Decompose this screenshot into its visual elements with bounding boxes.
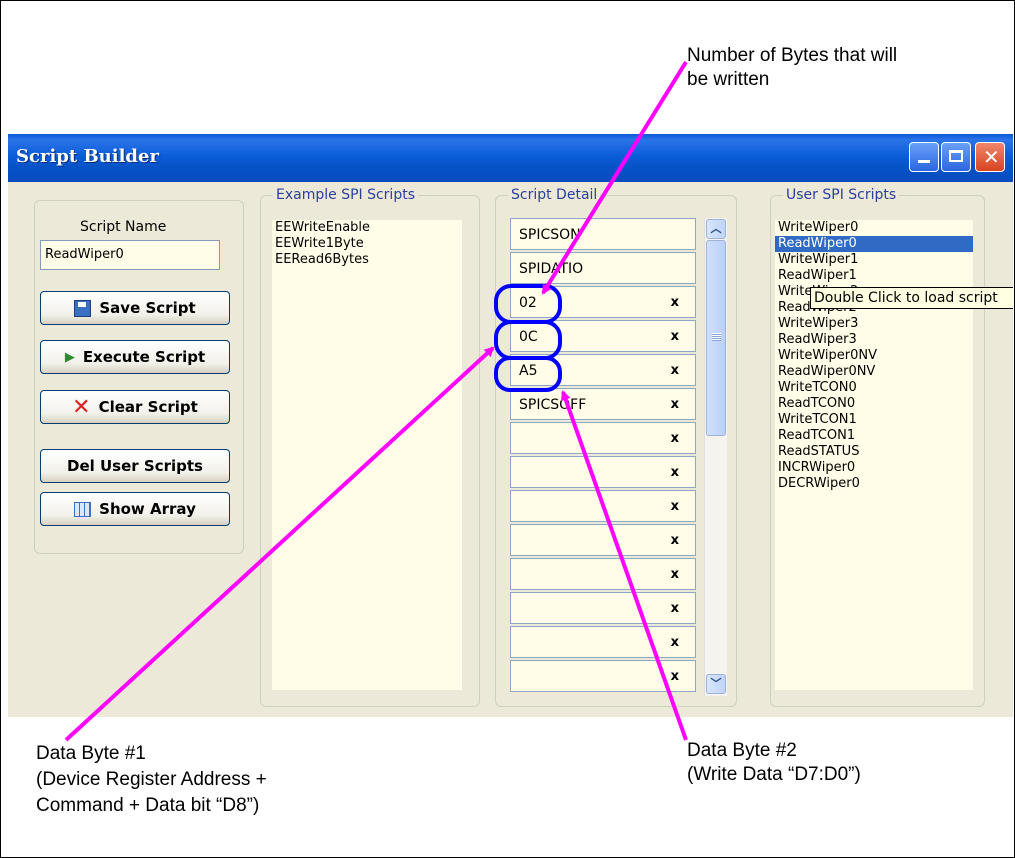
del-user-scripts-button[interactable]: Del User Scripts [40,449,230,483]
user-script-item[interactable]: ReadWiper0NV [775,364,973,380]
script-detail-row[interactable]: x [510,490,696,522]
delete-row-icon[interactable]: x [671,465,679,480]
user-script-item[interactable]: ReadWiper0 [775,236,973,252]
close-icon: ✕ [983,145,1000,169]
example-script-item[interactable]: EEWrite1Byte [272,236,462,252]
delete-row-icon[interactable]: x [671,295,679,310]
user-script-item[interactable]: WriteTCON0 [775,380,973,396]
maximize-button[interactable] [941,142,971,172]
script-detail-row[interactable]: x [510,558,696,590]
user-script-item[interactable]: ReadTCON1 [775,428,973,444]
script-detail-row[interactable]: SPICSON [510,218,696,250]
del-user-scripts-label: Del User Scripts [67,457,203,475]
script-name-input[interactable]: ReadWiper0 [40,240,220,270]
script-detail-row[interactable]: x [510,456,696,488]
user-script-item[interactable]: ReadWiper3 [775,332,973,348]
clear-script-button[interactable]: ✕ Clear Script [40,390,230,424]
delete-row-icon[interactable]: x [671,533,679,548]
delete-row-icon[interactable]: x [671,669,679,684]
show-array-label: Show Array [99,500,196,518]
delete-row-icon[interactable]: x [671,431,679,446]
delete-row-icon[interactable]: x [671,601,679,616]
user-script-item[interactable]: WriteWiper0 [775,220,973,236]
window-client-area: Script Name ReadWiper0 Save Script ▶ Exe… [8,182,1013,717]
annotation-data-byte-1: Data Byte #1 (Device Register Address + … [36,743,267,816]
script-detail-grid[interactable]: SPICSON SPIDATIO 02 x 0C x A5 x SPICSOFF x x x x x x x x… [510,218,700,717]
execute-script-button[interactable]: ▶ Execute Script [40,340,230,374]
script-detail-value: 02 [519,295,537,311]
script-detail-value: 0C [519,329,538,345]
script-detail-value: SPIDATIO [519,261,584,277]
delete-row-icon[interactable]: x [671,635,679,650]
show-array-button[interactable]: Show Array [40,492,230,526]
example-scripts-title: Example SPI Scripts [273,187,418,203]
delete-row-icon[interactable]: x [671,567,679,582]
title-bar[interactable]: Script Builder ✕ [8,134,1013,182]
execute-script-label: Execute Script [82,348,206,366]
window-title: Script Builder [16,146,159,167]
user-script-item[interactable]: INCRWiper0 [775,460,973,476]
example-script-item[interactable]: EERead6Bytes [272,252,462,268]
delete-row-icon[interactable]: x [671,397,679,412]
example-script-item[interactable]: EEWriteEnable [272,220,462,236]
script-detail-row[interactable]: SPICSOFF x [510,388,696,420]
script-detail-row[interactable]: SPIDATIO [510,252,696,284]
chevron-up-icon: ︿ [710,223,722,235]
user-script-item[interactable]: WriteWiper1 [775,252,973,268]
script-detail-row[interactable]: 0C x [510,320,696,352]
annotation-bytes-written: Number of Bytes that will be written [687,45,898,90]
script-detail-row[interactable]: x [510,626,696,658]
maximize-icon [949,150,963,162]
scroll-down-button[interactable]: ﹀ [706,674,726,694]
minimize-button[interactable] [909,142,939,172]
user-script-item[interactable]: WriteWiper3 [775,316,973,332]
thumb-grip-icon [712,333,721,341]
script-detail-value: A5 [519,363,538,379]
delete-row-icon[interactable]: x [671,363,679,378]
save-script-label: Save Script [99,299,196,317]
user-script-item[interactable]: WriteWiper0NV [775,348,973,364]
tooltip: Double Click to load script [810,287,1013,309]
close-button[interactable]: ✕ [975,142,1005,172]
save-script-button[interactable]: Save Script [40,291,230,325]
delete-row-icon[interactable]: x [671,329,679,344]
user-script-item[interactable]: ReadSTATUS [775,444,973,460]
script-detail-value: SPICSON [519,227,581,243]
script-builder-window: Script Builder ✕ Script Name ReadWiper0 … [8,134,1013,717]
user-script-item[interactable]: DECRWiper0 [775,476,973,492]
delete-row-icon[interactable]: x [671,499,679,514]
script-detail-row[interactable]: x [510,660,696,692]
script-detail-row[interactable]: x [510,592,696,624]
script-detail-scrollbar[interactable]: ︿ ﹀ [704,218,727,696]
script-detail-title: Script Detail [508,187,601,203]
script-detail-row[interactable]: 02 x [510,286,696,318]
minimize-icon [918,160,930,163]
grid-table-icon [74,501,92,517]
script-detail-row[interactable]: x [510,524,696,556]
red-x-icon: ✕ [72,394,91,420]
scroll-up-button[interactable]: ︿ [706,219,726,239]
user-script-item[interactable]: ReadTCON0 [775,396,973,412]
script-detail-value: SPICSOFF [519,397,587,413]
user-script-item[interactable]: WriteTCON1 [775,412,973,428]
user-scripts-title: User SPI Scripts [783,187,900,203]
clear-script-label: Clear Script [98,398,198,416]
user-script-item[interactable]: ReadWiper1 [775,268,973,284]
script-detail-row[interactable]: x [510,422,696,454]
scroll-thumb[interactable] [706,240,726,436]
script-name-label: Script Name [80,219,167,235]
chevron-down-icon: ﹀ [710,678,722,690]
play-icon: ▶ [64,349,75,365]
annotation-data-byte-2: Data Byte #2 (Write Data “D7:D0”) [687,740,861,785]
script-detail-row[interactable]: A5 x [510,354,696,386]
floppy-label-patch [78,301,87,307]
floppy-disk-icon [74,299,92,317]
example-scripts-list[interactable]: EEWriteEnable EEWrite1Byte EERead6Bytes [272,220,462,690]
